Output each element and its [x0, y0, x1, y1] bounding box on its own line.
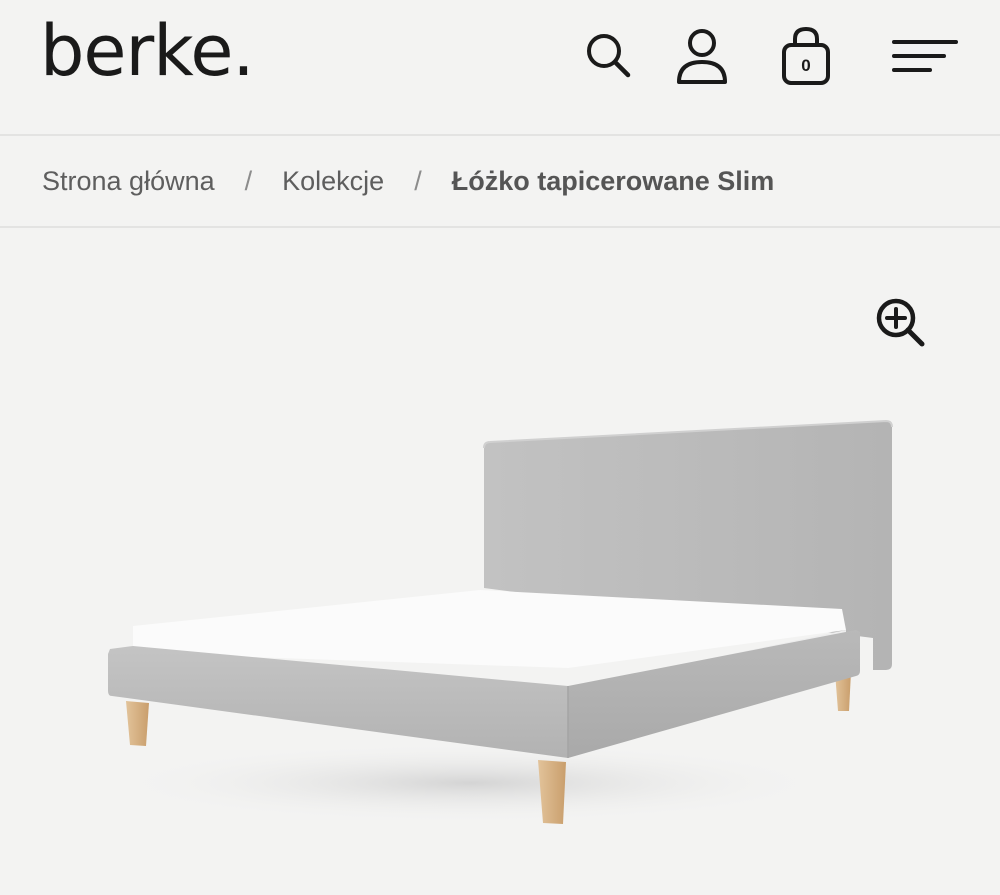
breadcrumb-home[interactable]: Strona główna [42, 166, 215, 197]
hamburger-menu-icon [892, 40, 958, 72]
breadcrumb: Strona główna / Kolekcje / Łóżko tapicer… [0, 136, 1000, 228]
breadcrumb-separator: / [244, 165, 253, 196]
search-button[interactable] [579, 24, 639, 88]
brand-logo[interactable]: berke. [40, 16, 255, 86]
menu-button[interactable] [892, 24, 958, 88]
site-header: berke. 0 [0, 0, 1000, 136]
account-button[interactable] [672, 24, 732, 88]
zoom-in-icon [876, 298, 925, 347]
search-icon [587, 34, 631, 78]
breadcrumb-separator: / [414, 165, 422, 196]
breadcrumb-collections[interactable]: Kolekcje [282, 166, 384, 197]
zoom-button[interactable] [870, 292, 930, 352]
product-image[interactable] [100, 408, 900, 828]
shopping-bag-icon: 0 [782, 26, 830, 85]
cart-button[interactable]: 0 [776, 24, 836, 88]
cart-count-badge: 0 [801, 56, 810, 75]
user-icon [677, 29, 727, 84]
breadcrumb-current: Łóżko tapicerowane Slim [451, 165, 775, 196]
bed-leg-front-left [126, 701, 149, 746]
product-gallery [0, 228, 1000, 895]
bed-shadow [110, 743, 830, 823]
